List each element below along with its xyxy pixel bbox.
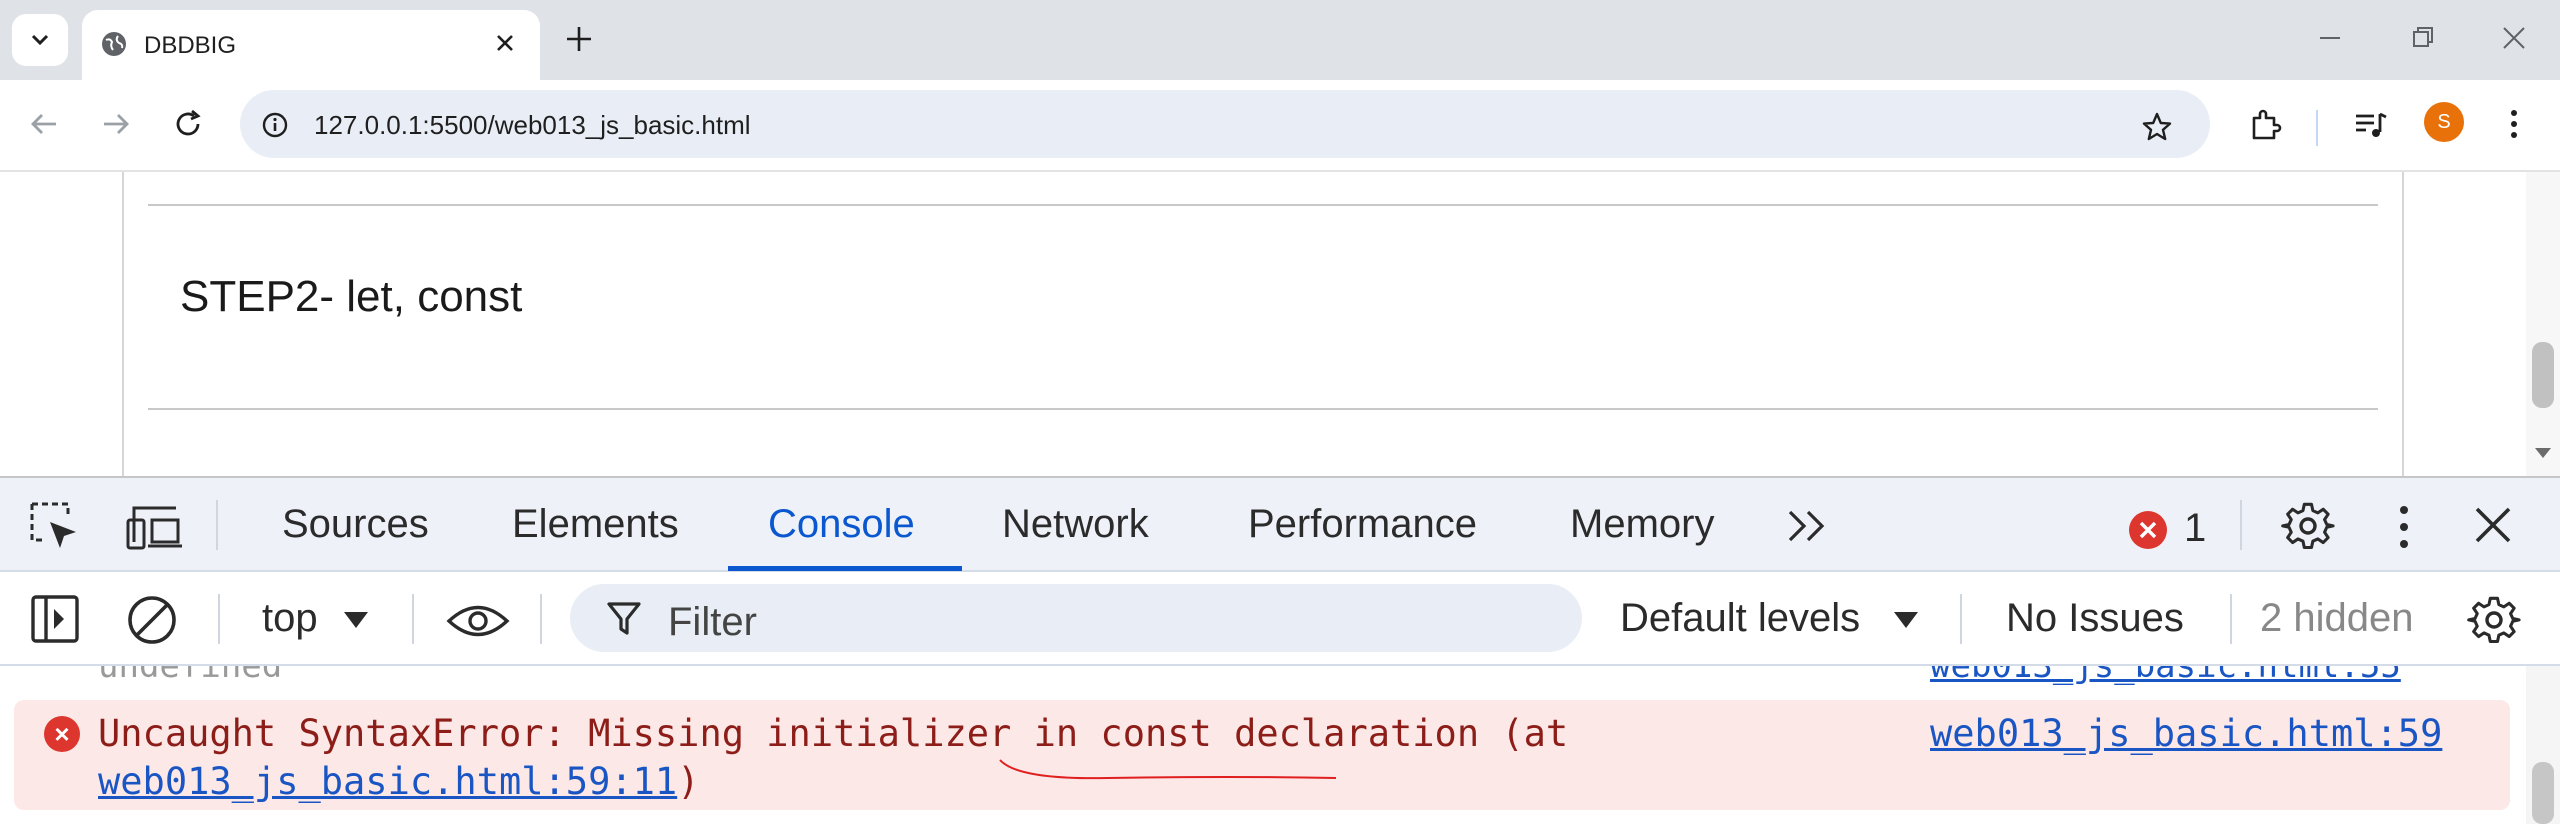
tab-console[interactable]: Console [768,502,915,547]
active-tab-indicator [728,566,962,571]
browser-toolbar: 127.0.0.1:5500/web013_js_basic.html S [0,80,2560,172]
toolbar-divider [216,500,218,550]
error-closing-paren: ) [677,760,700,803]
more-tabs-chevron-icon[interactable] [1784,506,1832,546]
tab-network[interactable]: Network [1002,502,1149,547]
minimize-icon[interactable] [2314,22,2346,54]
globe-icon [102,32,126,56]
toolbar-divider [2240,500,2242,550]
error-source-link[interactable]: web013_js_basic.html:59 [1930,712,2442,755]
error-message-continued: web013_js_basic.html:59:11) [98,760,699,803]
context-dropdown-icon[interactable] [342,610,370,630]
toolbar-divider [1960,594,1962,644]
error-count-icon[interactable] [2128,510,2168,550]
error-location-link[interactable]: web013_js_basic.html:59:11 [98,760,677,803]
page-container [122,172,2404,476]
console-scrollbar-thumb[interactable] [2532,762,2554,824]
browser-tabstrip: DBDBIG [0,0,2560,80]
site-info-icon[interactable] [262,112,288,138]
address-bar[interactable]: 127.0.0.1:5500/web013_js_basic.html [240,90,2210,158]
clear-console-icon[interactable] [126,594,178,646]
sidebar-toggle-icon[interactable] [30,594,80,644]
chevron-down-icon [31,34,49,46]
log-levels-dropdown[interactable]: Default levels [1620,596,1860,641]
page-scrollbar[interactable] [2526,172,2560,476]
console-toolbar: top Filter Default levels No Issues 2 hi… [0,572,2560,666]
new-tab-icon[interactable] [562,22,596,56]
console-log-value: undefined [98,666,283,686]
close-tab-icon[interactable] [490,28,520,58]
tab-sources[interactable]: Sources [282,502,429,547]
devtools-tabbar: Sources Elements Console Network Perform… [0,478,2560,572]
issues-button[interactable]: No Issues [2006,596,2184,641]
toolbar-divider [2230,594,2232,644]
error-count[interactable]: 1 [2184,506,2206,551]
tab-elements[interactable]: Elements [512,502,679,547]
forward-icon[interactable] [98,106,134,142]
device-toolbar-icon[interactable] [124,502,184,550]
url-text: 127.0.0.1:5500/web013_js_basic.html [314,110,751,140]
media-controls-icon[interactable] [2352,106,2390,144]
console-scrollbar[interactable] [2526,666,2560,824]
divider [148,204,2378,206]
error-message: Uncaught SyntaxError: Missing initialize… [98,712,1569,755]
tab-title: DBDBIG [144,32,237,59]
filter-placeholder: Filter [668,600,757,644]
levels-dropdown-icon[interactable] [1892,610,1920,630]
back-icon[interactable] [26,106,62,142]
console-filter-input[interactable]: Filter [570,584,1582,652]
devtools-settings-gear-icon[interactable] [2280,498,2336,554]
console-log-source-link[interactable]: web013_js_basic.html:55 [1930,666,2401,686]
page-scrollbar-thumb[interactable] [2532,342,2554,408]
browser-tab[interactable]: DBDBIG [82,10,540,80]
filter-funnel-icon [607,602,641,635]
browser-menu-icon[interactable] [2496,106,2532,142]
annotation-underline [999,759,1337,780]
toolbar-divider [412,594,414,644]
profile-avatar[interactable]: S [2424,102,2464,142]
reload-icon[interactable] [170,106,206,142]
toolbar-divider [2316,110,2318,146]
bookmark-star-icon[interactable] [2140,110,2174,144]
hidden-messages-count: 2 hidden [2260,596,2414,640]
tab-memory[interactable]: Memory [1570,502,1714,547]
devtools-panel: Sources Elements Console Network Perform… [0,476,2560,824]
error-icon: × [44,716,80,752]
tab-search-button[interactable] [12,14,68,66]
devtools-menu-icon[interactable] [2384,502,2424,552]
console-settings-gear-icon[interactable] [2466,592,2522,648]
inspect-element-icon[interactable] [28,500,82,554]
toolbar-divider [218,594,220,644]
divider [148,408,2378,410]
restore-icon[interactable] [2406,22,2438,54]
scroll-down-arrow-icon[interactable] [2535,448,2551,458]
tab-performance[interactable]: Performance [1248,502,1477,547]
page-viewport: STEP2- let, const [0,172,2560,476]
live-expression-eye-icon[interactable] [446,602,510,640]
toolbar-divider [540,594,542,644]
console-output: undefined web013_js_basic.html:55 × Unca… [0,666,2560,824]
extensions-icon[interactable] [2246,106,2284,144]
close-window-icon[interactable] [2498,22,2530,54]
console-error-row[interactable]: × Uncaught SyntaxError: Missing initiali… [14,700,2510,810]
context-selector[interactable]: top [262,596,318,641]
step-heading: STEP2- let, const [180,272,523,321]
close-devtools-icon[interactable] [2472,504,2514,546]
